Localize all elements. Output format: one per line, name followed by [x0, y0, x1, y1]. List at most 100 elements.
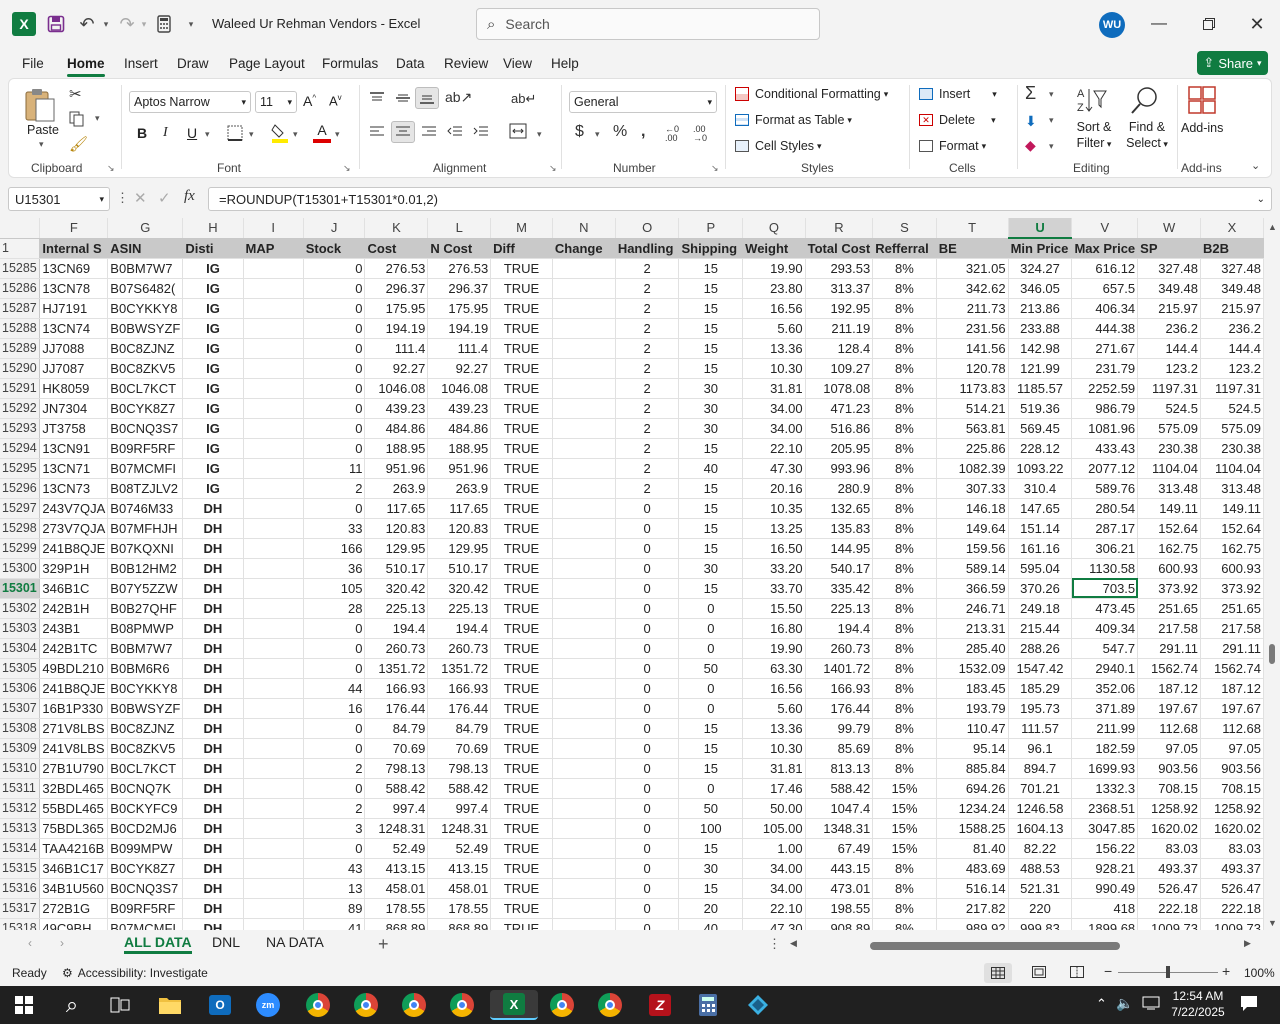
table-cell[interactable]: 588.42 — [427, 778, 492, 799]
font-name-select[interactable]: Aptos Narrow ▾ — [129, 91, 251, 113]
table-cell[interactable]: 162.75 — [1200, 538, 1264, 559]
table-cell[interactable]: 885.84 — [936, 758, 1009, 779]
table-cell[interactable]: 1093.22 — [1008, 458, 1073, 479]
zoom-level[interactable]: 100% — [1244, 966, 1275, 980]
table-cell[interactable]: 213.31 — [936, 618, 1009, 639]
table-cell[interactable]: 488.53 — [1008, 858, 1073, 879]
table-cell[interactable]: 1104.04 — [1200, 458, 1264, 479]
table-cell[interactable]: 185.29 — [1008, 678, 1073, 699]
table-cell[interactable] — [552, 878, 616, 899]
table-cell[interactable]: 0 — [615, 778, 680, 799]
chrome-profile-4-icon[interactable] — [446, 990, 478, 1020]
table-cell[interactable]: JJ7087 — [39, 358, 109, 379]
filezilla-icon[interactable]: Z — [644, 990, 676, 1020]
row-header[interactable]: 15292 — [0, 398, 41, 419]
task-view-icon[interactable] — [104, 990, 136, 1020]
table-cell[interactable]: 2 — [615, 258, 680, 279]
table-cell[interactable]: 110.47 — [936, 718, 1009, 739]
file-explorer-icon[interactable] — [154, 990, 186, 1020]
table-cell[interactable]: 117.65 — [427, 498, 492, 519]
table-cell[interactable]: 951.96 — [427, 458, 492, 479]
table-cell[interactable] — [552, 678, 616, 699]
table-cell[interactable] — [243, 878, 304, 899]
table-cell[interactable]: 320.42 — [427, 578, 492, 599]
table-cell[interactable]: 8% — [872, 298, 937, 319]
table-cell[interactable]: 22.10 — [742, 898, 806, 919]
format-as-table-button[interactable]: Format as Table ▾ — [735, 113, 852, 127]
table-cell[interactable]: 11 — [303, 458, 366, 479]
format-painter-icon[interactable]: 🖌 — [69, 135, 88, 153]
column-header-f[interactable]: F — [39, 218, 109, 239]
table-cell[interactable]: 0 — [303, 658, 366, 679]
header-cell[interactable]: Diff — [490, 238, 553, 259]
table-cell[interactable]: 249.18 — [1008, 598, 1073, 619]
table-cell[interactable]: 2 — [615, 438, 680, 459]
table-cell[interactable]: TRUE — [490, 418, 553, 439]
table-cell[interactable]: 225.13 — [805, 598, 874, 619]
find-select-button[interactable]: Find & Select ▾ — [1125, 119, 1169, 152]
table-cell[interactable]: TRUE — [490, 398, 553, 419]
borders-icon[interactable] — [227, 125, 243, 141]
table-cell[interactable]: IG — [182, 398, 244, 419]
table-cell[interactable]: 13CN91 — [39, 438, 109, 459]
table-cell[interactable]: 241B8QJE — [39, 538, 109, 559]
table-cell[interactable]: 483.69 — [936, 858, 1009, 879]
table-cell[interactable]: 187.12 — [1137, 678, 1201, 699]
table-cell[interactable]: 701.21 — [1008, 778, 1073, 799]
sort-filter-icon[interactable]: AZ — [1075, 85, 1107, 117]
paste-dropdown-icon[interactable]: ▾ — [39, 139, 44, 150]
table-cell[interactable]: 8% — [872, 518, 937, 539]
table-cell[interactable]: 97.05 — [1200, 738, 1264, 759]
cell-styles-button[interactable]: Cell Styles ▾ — [735, 139, 822, 153]
customize-toolbar-icon[interactable]: ▾ — [184, 14, 198, 34]
volume-icon[interactable]: 🔈 — [1116, 995, 1133, 1012]
table-cell[interactable]: 16.56 — [742, 298, 806, 319]
table-cell[interactable] — [243, 738, 304, 759]
table-cell[interactable]: 15 — [678, 518, 744, 539]
table-cell[interactable]: 595.04 — [1008, 558, 1073, 579]
table-cell[interactable]: 276.53 — [427, 258, 492, 279]
table-cell[interactable]: 1173.83 — [936, 378, 1009, 399]
table-cell[interactable]: JN7304 — [39, 398, 109, 419]
table-cell[interactable]: 30 — [678, 378, 744, 399]
table-cell[interactable] — [243, 638, 304, 659]
accessibility-status[interactable]: ⚙ Accessibility: Investigate — [62, 966, 208, 980]
table-cell[interactable]: 211.19 — [805, 318, 874, 339]
table-cell[interactable]: 335.42 — [805, 578, 874, 599]
table-cell[interactable]: 657.5 — [1071, 278, 1139, 299]
sheet-tab-all-data[interactable]: ALL DATA — [124, 934, 192, 954]
table-cell[interactable]: 373.92 — [1200, 578, 1264, 599]
row-header[interactable]: 15309 — [0, 738, 41, 759]
table-cell[interactable]: 493.37 — [1137, 858, 1201, 879]
table-cell[interactable]: JT3758 — [39, 418, 109, 439]
table-cell[interactable]: 8% — [872, 698, 937, 719]
column-header-g[interactable]: G — [107, 218, 184, 239]
table-cell[interactable]: 1185.57 — [1008, 378, 1073, 399]
table-cell[interactable]: 473.01 — [805, 878, 874, 899]
comma-style-icon[interactable]: , — [641, 123, 645, 141]
tab-help[interactable]: Help — [551, 56, 579, 71]
chrome-profile-5-icon[interactable] — [546, 990, 578, 1020]
orientation-icon[interactable]: ab↗ — [445, 89, 472, 106]
row-header[interactable]: 15297 — [0, 498, 41, 519]
table-cell[interactable]: 183.45 — [936, 678, 1009, 699]
table-cell[interactable]: 13.36 — [742, 718, 806, 739]
table-cell[interactable]: 272B1G — [39, 898, 109, 919]
column-header-n[interactable]: N — [552, 218, 616, 239]
table-cell[interactable]: 16B1P330 — [39, 698, 109, 719]
table-cell[interactable]: 373.92 — [1137, 578, 1201, 599]
cut-icon[interactable]: ✂ — [69, 85, 82, 103]
table-cell[interactable]: 230.38 — [1200, 438, 1264, 459]
calculator-icon[interactable] — [154, 14, 174, 34]
table-cell[interactable]: 123.2 — [1137, 358, 1201, 379]
table-cell[interactable]: 951.96 — [364, 458, 429, 479]
table-cell[interactable]: 1046.08 — [427, 378, 492, 399]
insert-function-icon[interactable]: fx — [184, 188, 195, 205]
table-cell[interactable]: 291.11 — [1200, 638, 1264, 659]
table-cell[interactable]: 999.83 — [1008, 918, 1073, 930]
table-cell[interactable]: 8% — [872, 758, 937, 779]
table-cell[interactable] — [552, 338, 616, 359]
column-header-v[interactable]: V — [1071, 218, 1139, 239]
table-cell[interactable]: 0 — [303, 358, 366, 379]
table-cell[interactable]: 8% — [872, 438, 937, 459]
